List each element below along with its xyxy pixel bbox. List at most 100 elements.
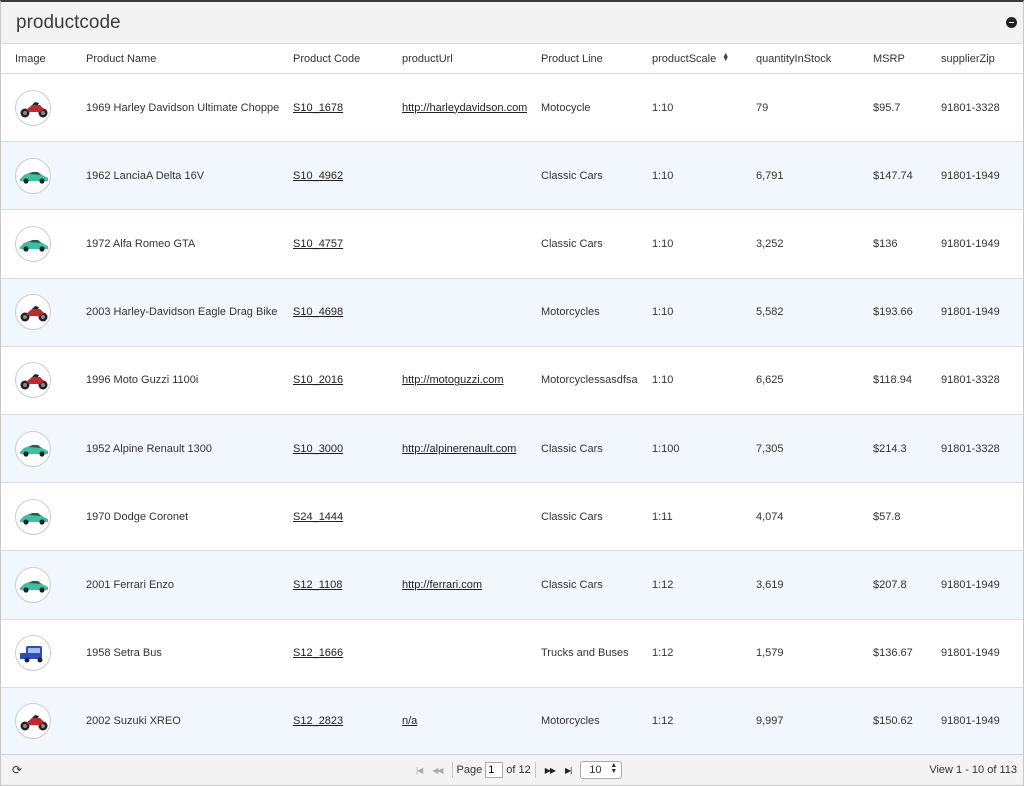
product-url-link[interactable]: http://ferrari.com — [402, 579, 482, 591]
next-page-icon[interactable]: ▶▶ — [540, 766, 560, 775]
product-code-link[interactable]: S12_2823 — [293, 715, 343, 727]
column-header-product-url[interactable]: productUrl — [388, 44, 527, 74]
product-scale-cell: 1:10 — [652, 306, 674, 319]
motorcycle-icon — [15, 362, 51, 399]
table-row[interactable]: 1958 Setra Bus S12_1666 Trucks and Buses 1:… — [1, 620, 1023, 688]
product-line-cell: Classic Cars — [541, 237, 603, 250]
motorcycle-icon — [15, 703, 51, 740]
product-code-link[interactable]: S10_4757 — [293, 238, 343, 250]
column-header-image[interactable]: Image — [1, 44, 72, 74]
product-name-cell: 1969 Harley Davidson Ultimate Chopper — [86, 101, 279, 114]
product-name-cell: 1996 Moto Guzzi 1100i — [86, 374, 199, 387]
column-header-msrp[interactable]: MSRP — [859, 44, 927, 74]
product-line-cell: Motorcycles — [541, 715, 600, 728]
quantity-cell: 1,579 — [756, 647, 784, 660]
quantity-cell: 6,625 — [756, 374, 784, 387]
product-code-link[interactable]: S10_3000 — [293, 443, 343, 455]
product-scale-cell: 1:10 — [652, 169, 674, 182]
collapse-icon[interactable] — [1006, 17, 1017, 28]
classic-car-icon — [15, 157, 51, 194]
column-header-product-code[interactable]: Product Code — [279, 44, 388, 74]
image-cell — [1, 362, 72, 399]
product-scale-cell: 1:12 — [652, 578, 674, 591]
table-row[interactable]: 1972 Alfa Romeo GTA S10_4757 Classic Cars 1… — [1, 210, 1023, 279]
product-code-link[interactable]: S10_4962 — [293, 170, 343, 182]
product-name-cell: 2003 Harley-Davidson Eagle Drag Bike — [86, 306, 278, 319]
refresh-icon[interactable]: ⟳ — [12, 763, 22, 777]
quantity-cell: 5,582 — [756, 306, 784, 319]
grid-caption: productcode — [1, 2, 1023, 44]
quantity-cell: 3,252 — [756, 237, 784, 250]
product-code-link[interactable]: S10_4698 — [293, 306, 343, 318]
msrp-cell: $136.67 — [873, 647, 913, 660]
truck-icon — [15, 635, 51, 672]
page-label: Page — [456, 764, 483, 776]
product-line-cell: Trucks and Buses — [541, 647, 629, 660]
image-cell — [1, 89, 72, 126]
msrp-cell: $136 — [873, 237, 898, 250]
product-code-link[interactable]: S12_1108 — [293, 579, 342, 591]
msrp-cell: $214.3 — [873, 442, 907, 455]
quantity-cell: 6,791 — [756, 169, 784, 182]
product-url-link[interactable]: n/a — [402, 715, 417, 727]
table-row[interactable]: 1996 Moto Guzzi 1100i S10_2016 http://moto… — [1, 347, 1023, 415]
supplier-zip-cell: 91801-1949 — [941, 578, 1000, 591]
motorcycle-icon — [15, 89, 51, 126]
product-url-link[interactable]: http://alpinerenault.com — [402, 443, 516, 455]
image-cell — [1, 430, 72, 467]
table-row[interactable]: 1962 LanciaA Delta 16V S10_4962 Classic Ca… — [1, 142, 1023, 211]
first-page-icon[interactable]: |◀ — [411, 766, 427, 775]
product-url-cell: http://ferrari.com — [388, 579, 527, 591]
product-scale-cell: 1:11 — [652, 510, 673, 523]
table-row[interactable]: 2001 Ferrari Enzo S12_1108 http://ferrari.… — [1, 551, 1023, 620]
supplier-zip-cell: 91801-1949 — [941, 237, 1000, 250]
page-input[interactable] — [485, 762, 504, 778]
image-cell — [1, 157, 72, 194]
supplier-zip-cell: 91801-3328 — [941, 374, 1000, 387]
supplier-zip-cell: 91801-1949 — [941, 715, 1000, 728]
column-header-product-name[interactable]: Product Name — [72, 44, 279, 74]
product-name-cell: 1952 Alpine Renault 1300 — [86, 442, 212, 455]
product-url-link[interactable]: http://harleydavidson.com — [402, 102, 527, 114]
product-code-link[interactable]: S12_1666 — [293, 647, 343, 659]
image-cell — [1, 294, 72, 331]
product-line-cell: Motocycle — [541, 101, 591, 114]
product-scale-cell: 1:100 — [652, 442, 680, 455]
product-code-cell: S24_1444 — [279, 511, 388, 523]
product-code-cell: S12_1108 — [279, 579, 388, 591]
product-line-cell: Motorcycles — [541, 306, 600, 319]
product-url-link[interactable]: http://motoguzzi.com — [402, 374, 504, 386]
pager-divider — [451, 762, 453, 778]
column-header-product-scale[interactable]: productScale ▲ ▼ — [638, 44, 742, 74]
supplier-zip-cell: 91801-1949 — [941, 647, 1000, 660]
table-row[interactable]: 2003 Harley-Davidson Eagle Drag Bike S10_… — [1, 278, 1023, 347]
prev-page-icon[interactable]: ◀◀ — [427, 766, 447, 775]
product-code-cell: S10_2016 — [279, 374, 388, 386]
pager-divider — [534, 762, 536, 778]
column-header-supplier-zip[interactable]: supplierZip — [927, 44, 1023, 74]
column-header-quantity-in-stock[interactable]: quantityInStock — [742, 44, 859, 74]
column-header-product-line[interactable]: Product Line — [527, 44, 638, 74]
table-row[interactable]: 1970 Dodge Coronet S24_1444 Classic Cars 1:… — [1, 483, 1023, 552]
table-row[interactable]: 2002 Suzuki XREO S12_2823 n/a Motorcycles 1:… — [1, 687, 1023, 756]
product-code-link[interactable]: S24_1444 — [293, 511, 343, 523]
product-name-cell: 1962 LanciaA Delta 16V — [86, 169, 205, 182]
sort-icon[interactable]: ▲ ▼ — [722, 52, 729, 63]
product-code-link[interactable]: S10_2016 — [293, 374, 343, 386]
rows-per-page-select[interactable]: 10 ▲ ▼ — [580, 761, 623, 779]
product-name-cell: 2001 Ferrari Enzo — [86, 578, 175, 591]
product-url-cell: http://harleydavidson.com — [388, 102, 527, 114]
table-row[interactable]: 1969 Harley Davidson Ultimate Chopper S10… — [1, 74, 1023, 143]
product-line-cell: Classic Cars — [541, 510, 603, 523]
product-code-cell: S10_4757 — [279, 238, 388, 250]
classic-car-icon — [15, 225, 51, 262]
product-url-cell: http://motoguzzi.com — [388, 374, 527, 386]
pager-controls: |◀ ◀◀ Page of 12 ▶▶ ▶| 10 ▲▼ — [411, 761, 623, 779]
product-scale-cell: 1:10 — [652, 237, 674, 250]
product-line-cell: Classic Cars — [541, 578, 603, 591]
select-arrows-icon: ▲ ▼ — [610, 762, 618, 775]
product-code-link[interactable]: S10_1678 — [293, 102, 343, 114]
last-page-icon[interactable]: ▶| — [560, 766, 576, 775]
table-row[interactable]: 1952 Alpine Renault 1300 S10_3000 http://a… — [1, 414, 1023, 484]
image-cell — [1, 498, 72, 535]
